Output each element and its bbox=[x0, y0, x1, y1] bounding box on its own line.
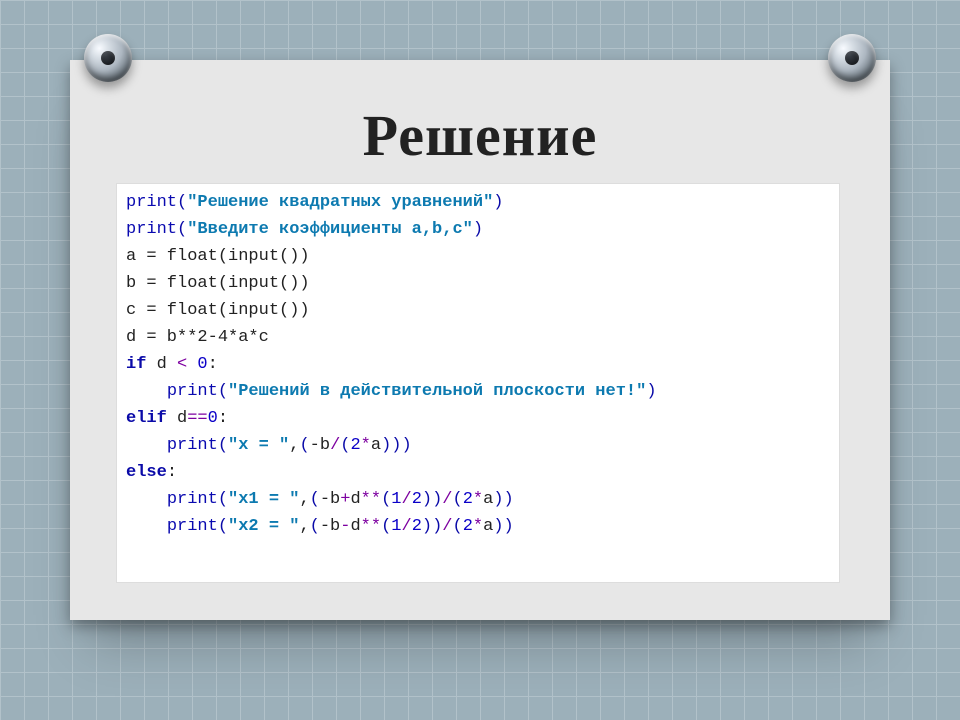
code-token: ) bbox=[422, 490, 432, 509]
code-token: 2 bbox=[350, 436, 360, 455]
code-token: ) bbox=[646, 382, 656, 401]
code-token: ( bbox=[310, 517, 320, 536]
code-token: print bbox=[167, 382, 218, 401]
code-token: 1 bbox=[391, 517, 401, 536]
code-token: a bbox=[483, 517, 493, 536]
code-token: -b bbox=[320, 517, 340, 536]
code-token: -b bbox=[320, 490, 340, 509]
code-token: , bbox=[299, 517, 309, 536]
code-token: * bbox=[473, 517, 483, 536]
code-token: ** bbox=[361, 517, 381, 536]
code-listing: print("Решение квадратных уравнений") pr… bbox=[126, 189, 830, 540]
pushpin-right bbox=[828, 34, 876, 82]
code-token: == bbox=[187, 409, 207, 428]
slide-card: Решение print("Решение квадратных уравне… bbox=[70, 60, 890, 620]
code-token: / bbox=[442, 490, 452, 509]
pushpin-left bbox=[84, 34, 132, 82]
code-token: elif bbox=[126, 409, 167, 428]
code-token: ( bbox=[340, 436, 350, 455]
code-token: ( bbox=[218, 517, 228, 536]
code-token: ( bbox=[453, 490, 463, 509]
code-token: print bbox=[167, 517, 218, 536]
code-line: a = float(input()) bbox=[126, 247, 310, 266]
code-token: ) bbox=[432, 490, 442, 509]
code-line: d = b**2-4*a*c bbox=[126, 328, 269, 347]
code-token: "Решение квадратных уравнений" bbox=[187, 193, 493, 212]
code-token: d bbox=[146, 355, 177, 374]
code-token: , bbox=[299, 490, 309, 509]
code-token: ) bbox=[432, 517, 442, 536]
code-token: < bbox=[177, 355, 187, 374]
code-token: ( bbox=[453, 517, 463, 536]
code-token: ** bbox=[361, 490, 381, 509]
code-token: ( bbox=[381, 517, 391, 536]
code-token: 2 bbox=[463, 490, 473, 509]
code-token: print bbox=[167, 490, 218, 509]
code-token: ) bbox=[422, 517, 432, 536]
code-token: else bbox=[126, 463, 167, 482]
code-token: ( bbox=[218, 490, 228, 509]
code-token: / bbox=[442, 517, 452, 536]
code-token: "Решений в действительной плоскости нет!… bbox=[228, 382, 646, 401]
code-token: if bbox=[126, 355, 146, 374]
code-token: - bbox=[340, 517, 350, 536]
code-token: a bbox=[483, 490, 493, 509]
code-token: d bbox=[167, 409, 187, 428]
code-token: ) bbox=[493, 517, 503, 536]
code-token: print bbox=[167, 436, 218, 455]
code-token bbox=[126, 490, 167, 509]
code-token: ( bbox=[218, 436, 228, 455]
code-token: 2 bbox=[412, 517, 422, 536]
code-token: d bbox=[350, 517, 360, 536]
code-token: a bbox=[371, 436, 381, 455]
code-token: * bbox=[361, 436, 371, 455]
code-token bbox=[126, 436, 167, 455]
code-token: * bbox=[473, 490, 483, 509]
code-token: d bbox=[350, 490, 360, 509]
code-token: / bbox=[401, 490, 411, 509]
code-token bbox=[187, 355, 197, 374]
code-token: , bbox=[289, 436, 299, 455]
code-token: : bbox=[167, 463, 177, 482]
code-token: ) bbox=[381, 436, 391, 455]
code-box: print("Решение квадратных уравнений") pr… bbox=[116, 183, 840, 583]
code-token: ) bbox=[401, 436, 411, 455]
code-token: 2 bbox=[463, 517, 473, 536]
slide-title: Решение bbox=[70, 102, 890, 169]
code-token: 0 bbox=[197, 355, 207, 374]
code-token: : bbox=[208, 355, 218, 374]
code-token: "Введите коэффициенты a,b,c" bbox=[187, 220, 473, 239]
code-token: "x1 = " bbox=[228, 490, 299, 509]
code-token: / bbox=[330, 436, 340, 455]
code-token: ( bbox=[218, 382, 228, 401]
code-token: print bbox=[126, 193, 177, 212]
code-token: : bbox=[218, 409, 228, 428]
code-token: + bbox=[340, 490, 350, 509]
code-token: ) bbox=[493, 490, 503, 509]
code-token: ) bbox=[493, 193, 503, 212]
code-token: ) bbox=[391, 436, 401, 455]
code-token: ) bbox=[504, 517, 514, 536]
code-line: b = float(input()) bbox=[126, 274, 310, 293]
code-token: ) bbox=[504, 490, 514, 509]
code-token: "x2 = " bbox=[228, 517, 299, 536]
code-token: 1 bbox=[391, 490, 401, 509]
code-token: -b bbox=[310, 436, 330, 455]
code-token bbox=[126, 517, 167, 536]
code-token: ( bbox=[177, 193, 187, 212]
code-token: / bbox=[401, 517, 411, 536]
code-token bbox=[126, 382, 167, 401]
code-token: ( bbox=[299, 436, 309, 455]
code-token: ( bbox=[177, 220, 187, 239]
code-token: "x = " bbox=[228, 436, 289, 455]
code-line: c = float(input()) bbox=[126, 301, 310, 320]
code-token: ( bbox=[381, 490, 391, 509]
code-token: ( bbox=[310, 490, 320, 509]
code-token: ) bbox=[473, 220, 483, 239]
code-token: print bbox=[126, 220, 177, 239]
code-token: 2 bbox=[412, 490, 422, 509]
code-token: 0 bbox=[208, 409, 218, 428]
